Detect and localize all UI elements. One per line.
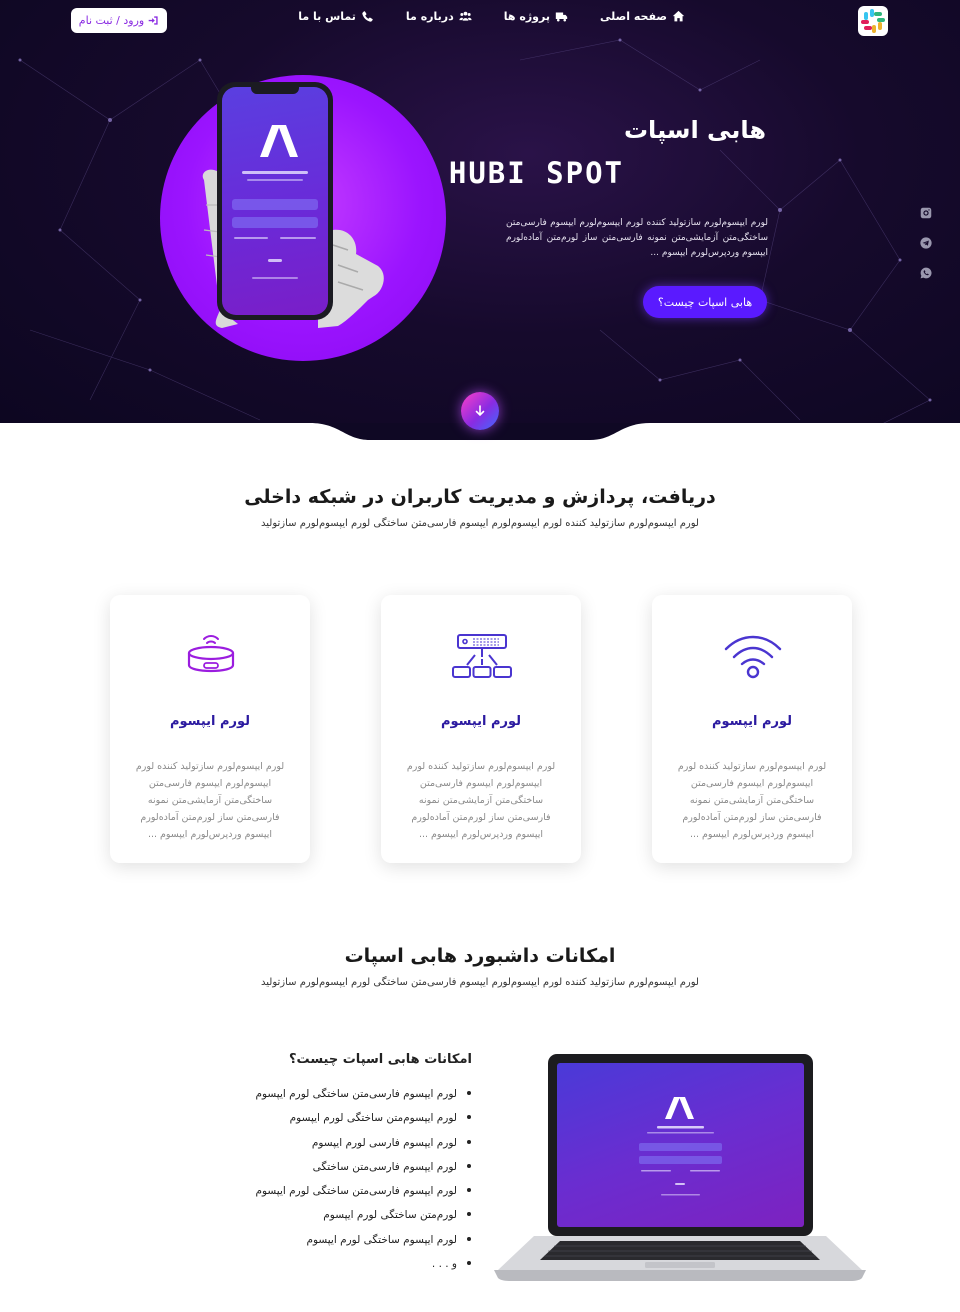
laptop-lid [548,1054,813,1236]
card-text: لورم ایپسوم‌لورم سازتولید کننده لورم ایپ… [677,761,827,840]
features-list: لورم ایپسوم فارسی‌متن ساختگی لورم ایپسوم… [255,1087,471,1281]
network-switch-icon [451,631,513,683]
router-icon [180,631,242,683]
scroll-down-button[interactable] [461,392,499,430]
main-menu: صفحه اصلی پروژه ها درباره ما تماس با ما [298,10,685,23]
social-links [920,207,932,279]
feature-card: لورم ایپسوم لورم ایپسوم‌لورم سازتولید کن… [652,595,852,863]
section-subtitle: لورم ایپسوم‌لورم سازتولید کننده لورم ایپ… [261,518,699,529]
instagram-icon[interactable] [920,207,932,219]
users-icon [459,11,472,21]
laptop-mockup [490,1052,870,1282]
arrow-down-icon [475,405,485,417]
menu-item-label: درباره ما [405,10,454,23]
phone-mockup [217,82,333,320]
telegram-icon[interactable] [920,237,932,249]
laptop-keyboard [494,1236,866,1281]
card-title: لورم ایپسوم [440,714,522,729]
section-title: دریافت، پردازش و مدیریت کاربران در شبکه … [244,486,716,508]
what-is-hubispot-button[interactable]: هابی اسپات چیست؟ [643,286,767,318]
card-title: لورم ایپسوم [711,714,793,729]
phone-screen [222,87,328,315]
menu-item-label: تماس با ما [298,10,356,23]
phone-icon [362,11,373,22]
hero-description: لورم ایپسوم‌لورم سازتولید کننده لورم ایپ… [506,218,768,258]
card-title: لورم ایپسوم [169,714,251,729]
features-title: امکانات هابی اسپات چیست؟ [289,1052,472,1067]
home-icon [672,10,685,22]
whatsapp-icon[interactable] [920,267,932,279]
hero-title: هابی اسپات [623,116,766,144]
list-item: و . . . [255,1257,471,1281]
menu-item-label: صفحه اصلی [600,10,667,23]
wifi-icon [722,631,784,683]
list-item: لورم ایپسوم فارسی‌متن ساختگی لورم ایپسوم [255,1184,471,1208]
sign-in-icon [148,16,158,25]
list-item: لورم ایپسوم ساختگی لورم ایپسوم [255,1233,471,1257]
card-text: لورم ایپسوم‌لورم سازتولید کننده لورم ایپ… [406,761,556,840]
list-item: لورم ایپسوم فارسی‌متن ساختگی [255,1160,471,1184]
menu-item-contact[interactable]: تماس با ما [298,10,374,23]
dashboard-section-title: امکانات داشبورد هابی اسپات [344,945,616,967]
app-logo-icon [639,1097,722,1196]
menu-item-about[interactable]: درباره ما [406,10,472,23]
feature-card: لورم ایپسوم لورم ایپسوم‌لورم سازتولید کن… [381,595,581,863]
truck-icon [555,12,568,22]
dashboard-section-subtitle: لورم ایپسوم‌لورم سازتولید کننده لورم ایپ… [261,977,699,988]
hero-title-english: HUBI SPOT [448,156,624,190]
logo-icon[interactable] [858,6,888,36]
feature-card: لورم ایپسوم لورم ایپسوم‌لورم سازتولید کن… [110,595,310,863]
login-label: ورود / ثبت نام [78,14,145,27]
hero-section: صفحه اصلی پروژه ها درباره ما تماس با ما … [0,0,960,440]
laptop-screen [557,1063,804,1227]
list-item: لورم‌متن ساختگی لورم ایپسوم [255,1208,471,1232]
list-item: لورم ایپسوم فارسی‌متن ساختگی لورم ایپسوم [255,1087,471,1111]
login-register-button[interactable]: ورود / ثبت نام [71,8,167,33]
menu-item-home[interactable]: صفحه اصلی [600,10,685,23]
top-navigation: صفحه اصلی پروژه ها درباره ما تماس با ما … [0,0,960,40]
list-item: لورم ایپسوم‌متن ساختگی لورم ایپسوم [255,1111,471,1135]
list-item: لورم ایپسوم فارسی لورم ایپسوم [255,1136,471,1160]
network-background [18,38,932,431]
menu-item-projects[interactable]: پروژه ها [504,10,568,23]
menu-item-label: پروژه ها [503,10,550,23]
app-logo-icon [232,125,318,279]
card-text: لورم ایپسوم‌لورم سازتولید کننده لورم ایپ… [135,761,285,840]
